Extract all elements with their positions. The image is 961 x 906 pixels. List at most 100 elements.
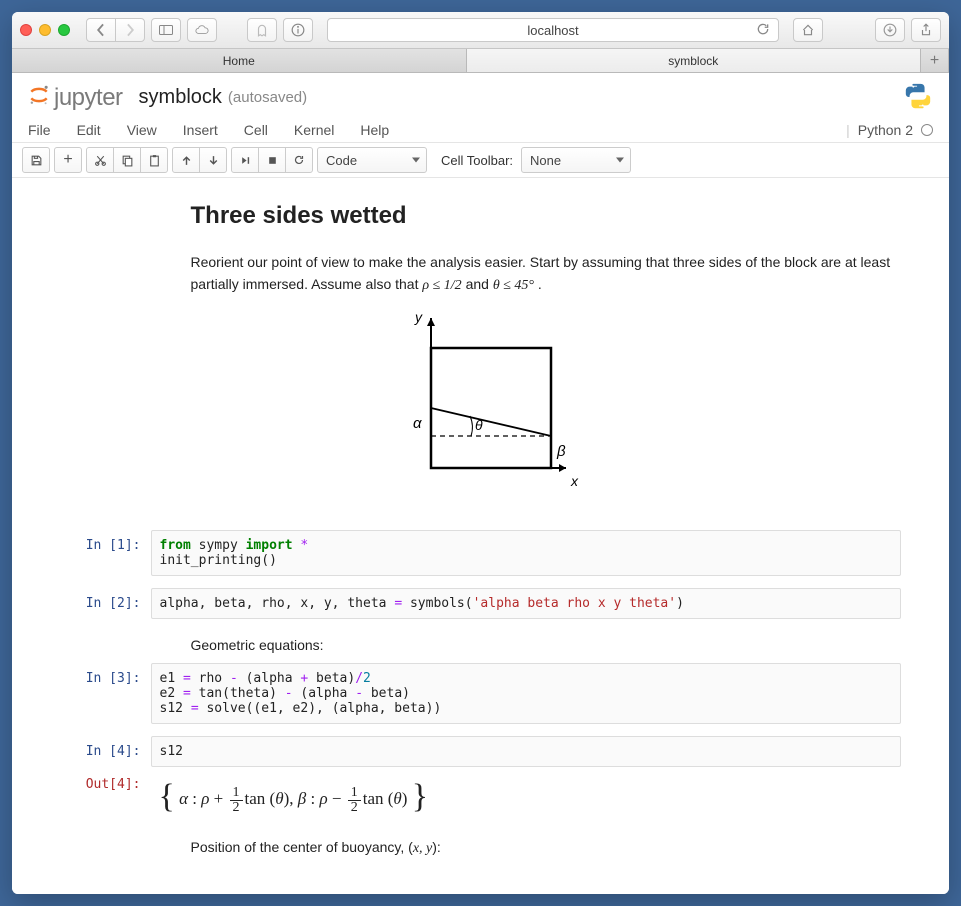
refresh-icon: [293, 154, 305, 166]
save-status: (autosaved): [228, 89, 307, 106]
menu-cell[interactable]: Cell: [244, 122, 268, 138]
jupyter-toolbar: + Code Cell Toolbar: None: [12, 143, 949, 178]
add-cell-button[interactable]: +: [54, 147, 82, 173]
nav-group: [86, 18, 145, 42]
in-prompt: In [4]:: [61, 736, 151, 767]
run-button[interactable]: [231, 147, 259, 173]
chevron-right-icon: [123, 23, 137, 37]
intro-text-2: and: [466, 276, 493, 292]
notebook-title[interactable]: symblock: [139, 86, 222, 109]
out-prompt: Out[4]:: [61, 769, 151, 821]
code-input[interactable]: from sympy import * init_printing(): [151, 530, 901, 576]
ghost-icon: [255, 23, 269, 37]
menu-insert[interactable]: Insert: [183, 122, 218, 138]
step-icon: [240, 155, 251, 166]
downloads-button[interactable]: [875, 18, 905, 42]
stop-icon: [267, 155, 278, 166]
jupyter-app: jupyter symblock (autosaved) File Edit V…: [12, 73, 949, 894]
plus-icon: +: [63, 151, 72, 169]
window-controls: [20, 24, 70, 36]
cut-button[interactable]: [86, 147, 114, 173]
sidebar-button[interactable]: [151, 18, 181, 42]
alpha-label: α: [413, 415, 422, 432]
code-cell-2[interactable]: In [2]: alpha, beta, rho, x, y, theta = …: [61, 586, 901, 629]
restart-button[interactable]: [285, 147, 313, 173]
safari-toolbar: localhost: [12, 12, 949, 49]
cell-toolbar-select[interactable]: None: [521, 147, 631, 173]
back-button[interactable]: [86, 18, 116, 42]
python-logo-icon: [903, 81, 933, 114]
rho-condition: ρ ≤ 1/2: [422, 278, 461, 293]
share-button[interactable]: [911, 18, 941, 42]
safari-tab-home[interactable]: Home: [12, 49, 467, 72]
block-diagram-svg: x y θ α β: [371, 308, 591, 498]
download-icon: [883, 23, 897, 37]
menu-file[interactable]: File: [28, 122, 51, 138]
panel-icon: [159, 23, 173, 37]
output-math: { α : ρ + 12tan (θ), β : ρ − 12tan (θ) }: [151, 769, 901, 821]
cloud-icon: [195, 23, 209, 37]
jupyter-logo-icon: [28, 84, 50, 112]
clipboard-icon: [148, 154, 161, 167]
intro-paragraph: Reorient our point of view to make the a…: [191, 252, 901, 296]
scissors-icon: [94, 154, 107, 167]
code-cell-3[interactable]: In [3]: e1 = rho - (alpha + beta)/2 e2 =…: [61, 661, 901, 734]
menu-edit[interactable]: Edit: [77, 122, 101, 138]
markdown-cell-heading: Three sides wetted Reorient our point of…: [61, 202, 901, 296]
divider: |: [846, 122, 850, 138]
output-cell-4: Out[4]: { α : ρ + 12tan (θ), β : ρ − 12t…: [61, 769, 901, 831]
beta-label: β: [556, 443, 566, 460]
arrow-up-icon: [181, 155, 192, 166]
save-button[interactable]: [22, 147, 50, 173]
menu-view[interactable]: View: [127, 122, 157, 138]
icloud-button[interactable]: [187, 18, 217, 42]
share-icon: [919, 23, 933, 37]
code-cell-4[interactable]: In [4]: s12: [61, 734, 901, 769]
arrow-down-icon: [208, 155, 219, 166]
in-prompt: In [3]:: [61, 663, 151, 724]
safari-new-tab-button[interactable]: +: [921, 49, 949, 72]
menu-help[interactable]: Help: [360, 122, 389, 138]
tab-label: Home: [223, 54, 255, 68]
code-input[interactable]: alpha, beta, rho, x, y, theta = symbols(…: [151, 588, 901, 619]
zoom-window-icon[interactable]: [58, 24, 70, 36]
buoy-text-2: ):: [432, 839, 441, 855]
reload-icon: [756, 22, 770, 36]
cell-type-select[interactable]: Code: [317, 147, 427, 173]
close-window-icon[interactable]: [20, 24, 32, 36]
cell-type-value: Code: [326, 153, 357, 168]
copy-button[interactable]: [113, 147, 141, 173]
move-down-button[interactable]: [199, 147, 227, 173]
code-cell-1[interactable]: In [1]: from sympy import * init_printin…: [61, 528, 901, 586]
code-input[interactable]: e1 = rho - (alpha + beta)/2 e2 = tan(the…: [151, 663, 901, 724]
forward-button[interactable]: [115, 18, 145, 42]
circle-i-icon: [291, 23, 305, 37]
in-prompt: In [2]:: [61, 588, 151, 619]
y-axis-label: y: [414, 309, 423, 325]
safari-window: localhost Home symblock + jupyter: [12, 12, 949, 894]
interrupt-button[interactable]: [258, 147, 286, 173]
kernel-name[interactable]: Python 2: [858, 122, 913, 138]
reload-button[interactable]: [756, 22, 770, 39]
extension-button-2[interactable]: [283, 18, 313, 42]
minimize-window-icon[interactable]: [39, 24, 51, 36]
safari-tab-symblock[interactable]: symblock: [467, 49, 922, 72]
extension-button-1[interactable]: [247, 18, 277, 42]
symbols-string: 'alpha beta rho x y theta': [473, 596, 677, 611]
top-sites-button[interactable]: [793, 18, 823, 42]
theta-label: θ: [475, 417, 483, 433]
house-icon: [801, 23, 815, 37]
jupyter-logo[interactable]: jupyter: [28, 84, 123, 112]
x-axis-label: x: [570, 473, 579, 489]
menu-kernel[interactable]: Kernel: [294, 122, 334, 138]
paste-button[interactable]: [140, 147, 168, 173]
buoy-text-1: Position of the center of buoyancy, (: [191, 839, 413, 855]
notebook-area[interactable]: Three sides wetted Reorient our point of…: [12, 178, 949, 894]
address-bar[interactable]: localhost: [327, 18, 779, 42]
jupyter-header: jupyter symblock (autosaved): [12, 73, 949, 118]
page-heading: Three sides wetted: [191, 202, 901, 230]
move-up-button[interactable]: [172, 147, 200, 173]
floppy-icon: [30, 154, 43, 167]
jupyter-menubar: File Edit View Insert Cell Kernel Help |…: [12, 118, 949, 143]
code-input[interactable]: s12: [151, 736, 901, 767]
